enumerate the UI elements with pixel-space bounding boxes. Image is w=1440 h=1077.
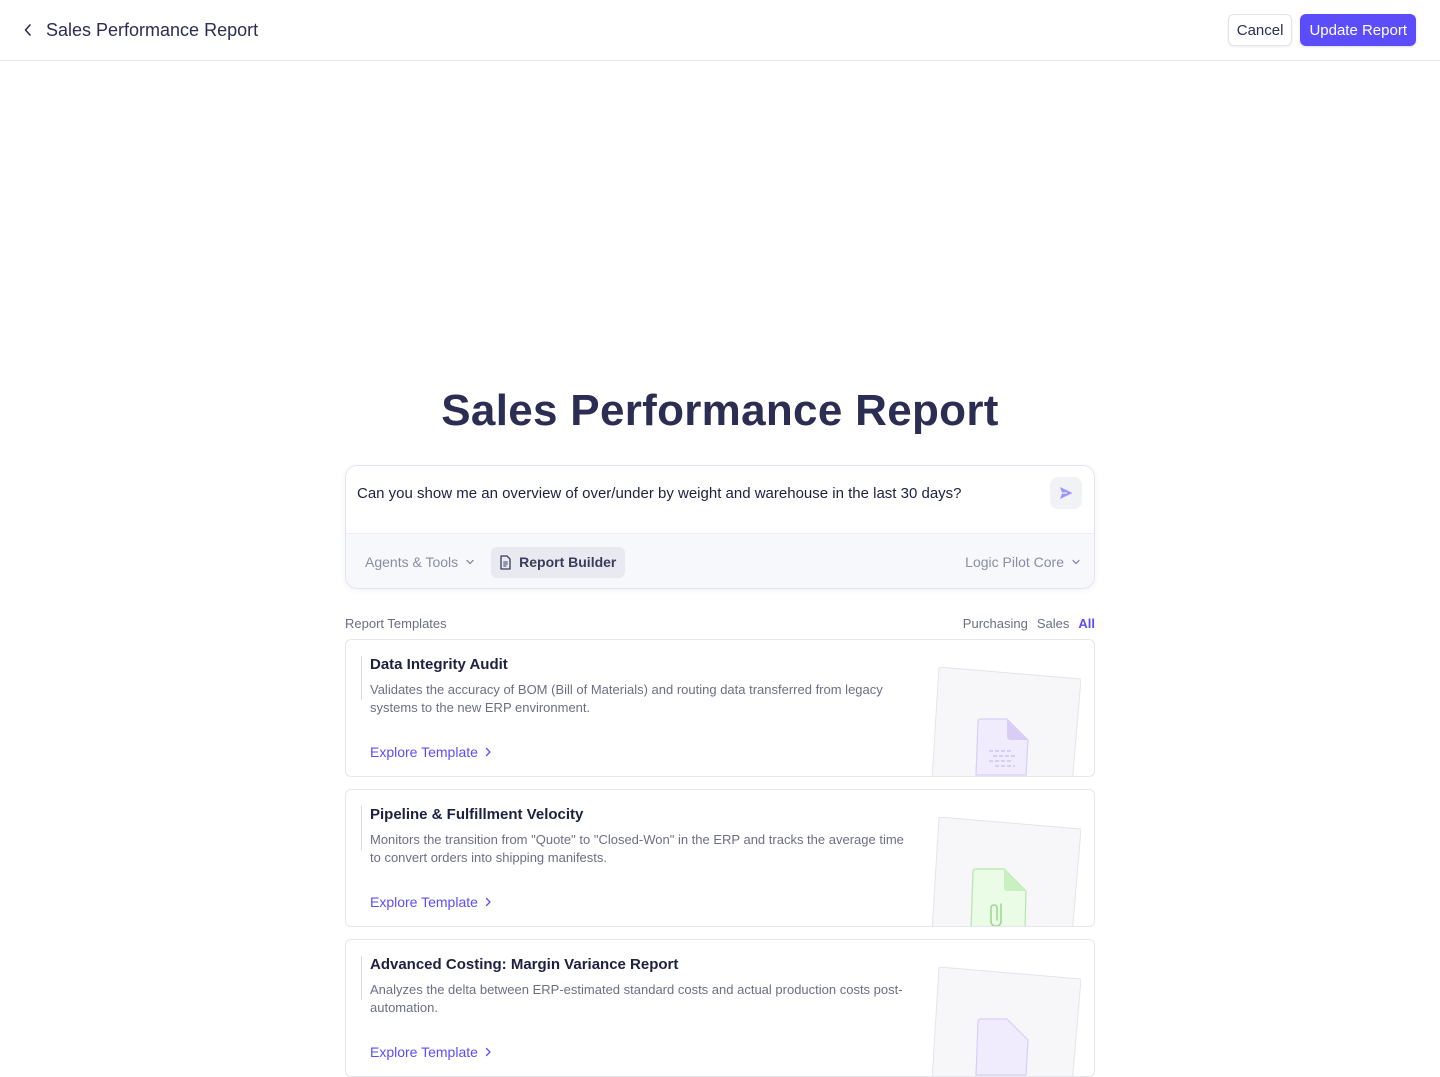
chevron-down-icon — [466, 559, 474, 565]
document-icon — [500, 554, 511, 570]
explore-template-label: Explore Template — [370, 1044, 478, 1060]
explore-template-label: Explore Template — [370, 744, 478, 760]
card-accent-line — [361, 956, 362, 1000]
model-label: Logic Pilot Core — [965, 554, 1064, 570]
template-card[interactable]: Data Integrity Audit Validates the accur… — [345, 639, 1095, 777]
card-accent-line — [361, 806, 362, 850]
chevron-down-icon — [1072, 559, 1080, 565]
back-button[interactable] — [18, 20, 38, 40]
template-filters: Purchasing Sales All — [963, 616, 1095, 631]
chevron-right-icon — [485, 1047, 491, 1057]
prompt-input[interactable]: Can you show me an overview of over/unde… — [357, 485, 962, 502]
card-description: Monitors the transition from "Quote" to … — [370, 832, 904, 865]
filter-purchasing[interactable]: Purchasing — [963, 616, 1028, 631]
chevron-right-icon — [485, 747, 491, 757]
prompt-toolbar: Agents & Tools Report Builder Logic Pilo… — [346, 533, 1094, 588]
filter-all[interactable]: All — [1078, 616, 1095, 631]
explore-template-link[interactable]: Explore Template — [370, 1044, 492, 1060]
template-card[interactable]: Advanced Costing: Margin Variance Report… — [345, 939, 1095, 1077]
explore-template-link[interactable]: Explore Template — [370, 744, 492, 760]
paperclip-document-icon — [931, 817, 1081, 926]
send-icon — [1060, 487, 1073, 499]
send-button[interactable] — [1050, 477, 1082, 509]
agents-tools-label: Agents & Tools — [365, 554, 459, 570]
chevron-right-icon — [485, 897, 491, 907]
templates-header: Report Templates Purchasing Sales All — [345, 613, 1095, 633]
explore-template-link[interactable]: Explore Template — [370, 894, 492, 910]
template-card[interactable]: Pipeline & Fulfillment Velocity Monitors… — [345, 789, 1095, 927]
page-title: Sales Performance Report — [46, 19, 259, 40]
card-description: Validates the accuracy of BOM (Bill of M… — [370, 682, 883, 715]
report-heading: Sales Performance Report — [441, 386, 999, 435]
agents-tools-dropdown[interactable]: Agents & Tools — [354, 548, 487, 576]
document-icon — [931, 967, 1081, 1076]
document-lines-icon — [931, 667, 1081, 776]
explore-template-label: Explore Template — [370, 894, 478, 910]
card-title: Advanced Costing: Margin Variance Report — [370, 956, 679, 973]
templates-label: Report Templates — [345, 615, 447, 631]
card-accent-line — [361, 656, 362, 700]
card-title: Pipeline & Fulfillment Velocity — [370, 806, 584, 823]
card-title: Data Integrity Audit — [370, 656, 508, 673]
prompt-composer: Can you show me an overview of over/unde… — [345, 465, 1095, 589]
report-builder-chip[interactable]: Report Builder — [491, 546, 626, 578]
model-dropdown[interactable]: Logic Pilot Core — [965, 554, 1082, 570]
header-actions: Cancel Update Report — [1227, 14, 1416, 46]
card-description: Analyzes the delta between ERP-estimated… — [370, 982, 903, 1015]
top-bar: Sales Performance Report Cancel Update R… — [0, 0, 1440, 61]
report-builder-label: Report Builder — [519, 554, 617, 570]
cancel-button[interactable]: Cancel — [1227, 14, 1293, 46]
filter-sales[interactable]: Sales — [1037, 616, 1070, 631]
update-report-button[interactable]: Update Report — [1300, 14, 1416, 46]
chevron-left-icon — [24, 24, 31, 36]
